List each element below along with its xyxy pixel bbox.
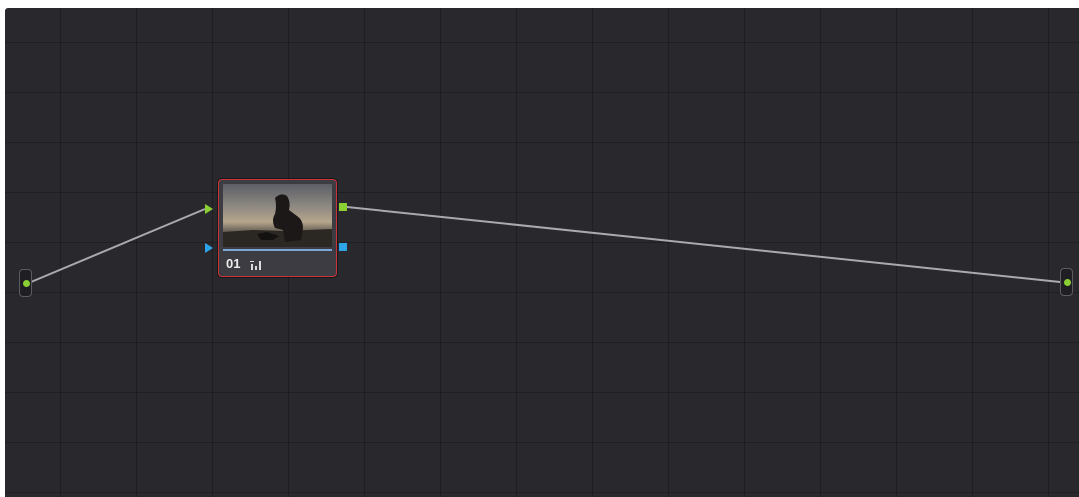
- node-key-output-square[interactable]: [339, 243, 347, 251]
- node-number-label: 01: [226, 256, 241, 271]
- corrector-node-01[interactable]: 01: [218, 179, 337, 277]
- node-rgb-input-arrow[interactable]: [205, 204, 213, 214]
- node-editor-canvas[interactable]: [5, 8, 1079, 497]
- node-mix-bar: [223, 249, 332, 251]
- node-key-input-arrow[interactable]: [205, 243, 213, 253]
- histogram-icon: [250, 261, 261, 270]
- node-thumbnail: [223, 184, 332, 247]
- node-rgb-output-square[interactable]: [339, 203, 347, 211]
- node-tree-output-port[interactable]: [1060, 268, 1073, 296]
- source-port-dot: [23, 280, 30, 287]
- output-port-dot: [1064, 279, 1071, 286]
- source-input-port[interactable]: [19, 269, 32, 297]
